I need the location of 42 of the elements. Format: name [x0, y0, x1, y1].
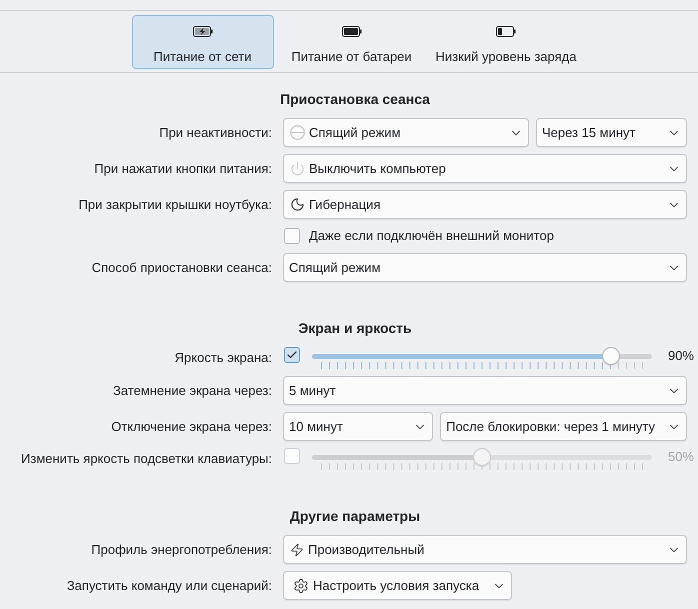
- dropdown[interactable]: Выключить компьютер: [283, 154, 687, 183]
- battery-low-icon: [496, 26, 516, 36]
- dropdown[interactable]: Через 15 минут: [536, 118, 687, 147]
- field-label: Способ приостановки сеанса:: [90, 260, 272, 276]
- dropdown[interactable]: Спящий режим: [283, 118, 529, 147]
- field-label: При закрытии крышки ноутбука:: [78, 196, 272, 212]
- moon-icon: [290, 197, 305, 212]
- section-title: Экран и яркость: [297, 319, 413, 337]
- field-label: При неактивности:: [158, 124, 272, 140]
- field-label: Яркость экрана:: [174, 350, 272, 366]
- dropdown[interactable]: 10 минут: [283, 412, 434, 441]
- field-label: Профиль энергопотребления:: [90, 542, 272, 558]
- dropdown[interactable]: 5 минут: [283, 376, 687, 405]
- field-label: Изменить яркость подсветки клавиатуры:: [20, 451, 272, 467]
- dropdown[interactable]: Гибернация: [283, 190, 687, 219]
- tab[interactable]: Питание от сети: [132, 14, 274, 68]
- battery-charging-icon: [192, 26, 213, 36]
- section-title: Приостановка сеанса: [279, 90, 431, 108]
- section-title: Другие параметры: [288, 507, 422, 525]
- field-label: При нажатии кнопки питания:: [93, 160, 272, 176]
- tab[interactable]: Питание от батареи: [280, 14, 423, 68]
- power-icon: [290, 161, 305, 176]
- checkbox[interactable]: [284, 228, 300, 244]
- sleep-icon: [290, 125, 305, 140]
- checkbox[interactable]: [284, 347, 300, 363]
- field-label: Отключение экрана через:: [110, 418, 272, 434]
- slider-value: 90%: [666, 347, 694, 365]
- field-label: Запустить команду или сценарий:: [66, 578, 272, 594]
- gear-icon: [293, 578, 309, 594]
- slider-handle[interactable]: [602, 347, 620, 365]
- menu-button[interactable]: Настроить условия запуска: [283, 571, 512, 600]
- checkbox-label[interactable]: Даже если подключён внешний монитор: [309, 228, 554, 244]
- field-label: Затемнение экрана через:: [112, 382, 272, 398]
- dropdown[interactable]: Спящий режим: [283, 253, 687, 282]
- slider-track[interactable]: [312, 347, 652, 365]
- dropdown[interactable]: После блокировки: через 1 минуту: [440, 412, 687, 441]
- dropdown[interactable]: Производительный: [283, 535, 687, 564]
- battery-icon: [342, 26, 362, 36]
- checkmark-icon: [286, 349, 298, 361]
- tab[interactable]: Низкий уровень заряда: [430, 14, 582, 68]
- lightning-icon: [290, 542, 304, 556]
- slider-value: 50%: [666, 448, 694, 466]
